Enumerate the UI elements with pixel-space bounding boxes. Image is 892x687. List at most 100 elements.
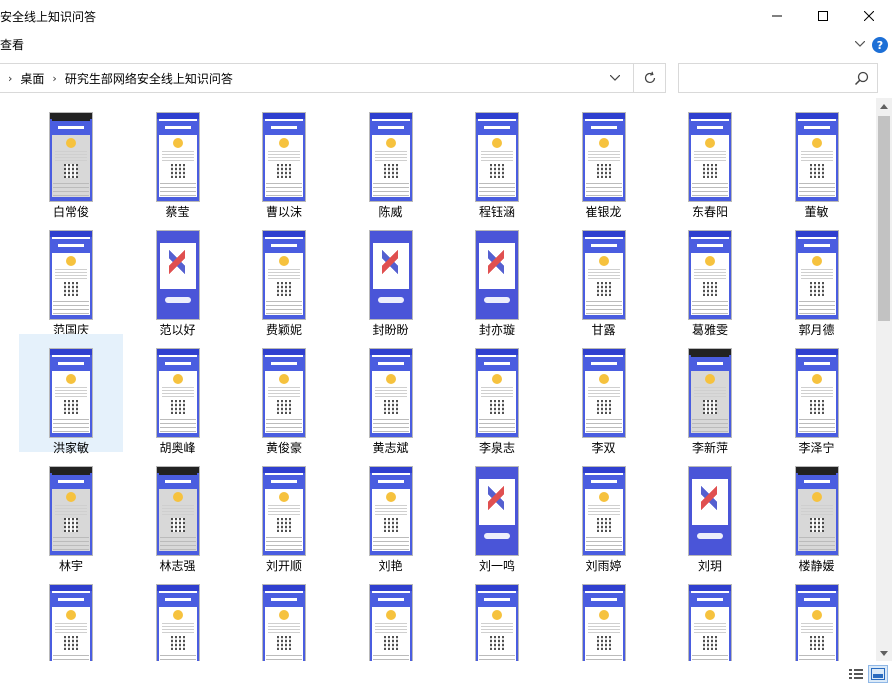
window-title: 安全线上知识问答 [0,10,97,24]
file-thumbnail [368,584,413,661]
file-thumbnail [49,230,93,320]
file-item[interactable]: 程钰涵 [445,98,549,219]
breadcrumb-item[interactable]: 研究生部网络安全线上知识问答 [65,70,233,87]
chevron-right-icon[interactable]: › [8,72,12,85]
scrollbar-thumb[interactable] [878,116,890,321]
search-icon[interactable] [853,70,871,88]
file-item[interactable]: 甘露 [552,216,656,337]
file-thumbnail [262,230,306,320]
file-thumbnail [688,230,732,320]
status-bar [0,661,892,687]
file-item[interactable]: 白常俊 [19,98,123,219]
chevron-down-icon [855,41,865,47]
file-thumbnail [794,584,839,661]
file-item[interactable]: 陈威 [339,98,443,219]
file-item[interactable] [232,570,336,661]
file-thumbnail [49,584,93,661]
file-item[interactable]: 黄俊豪 [232,334,336,455]
file-item[interactable]: 刘玥 [658,452,762,573]
breadcrumb: › 桌面 › 研究生部网络安全线上知识问答 [4,64,233,92]
address-bar[interactable]: › 桌面 › 研究生部网络安全线上知识问答 [0,63,666,93]
file-item[interactable]: 李新萍 [658,334,762,455]
file-item[interactable]: 董敏 [765,98,869,219]
maximize-button[interactable] [800,0,846,32]
file-item[interactable]: 林志强 [126,452,230,573]
file-item[interactable]: 费颖妮 [232,216,336,337]
file-thumbnail [475,584,519,661]
file-item[interactable] [339,570,443,661]
address-row: › 桌面 › 研究生部网络安全线上知识问答 [0,58,892,98]
file-thumbnail [368,230,413,320]
file-thumbnail [155,230,200,320]
caret-up-icon [880,103,888,109]
file-item[interactable]: 刘一鸣 [445,452,549,573]
file-thumbnail [155,584,200,661]
file-thumbnail [262,112,306,202]
search-box[interactable] [678,63,878,93]
file-item[interactable]: 胡奥峰 [126,334,230,455]
file-thumbnail [794,230,839,320]
file-item[interactable] [126,570,230,661]
file-item[interactable] [445,570,549,661]
chevron-down-icon [610,75,620,81]
file-thumbnail [475,112,519,202]
details-view-button[interactable] [846,665,866,683]
file-item[interactable]: 刘开顺 [232,452,336,573]
file-item[interactable]: 洪家敏 [19,334,123,455]
file-item[interactable]: 黄志斌 [339,334,443,455]
vertical-scrollbar[interactable] [876,98,892,661]
large-icons-view-button[interactable] [868,665,888,683]
file-thumbnail [794,348,839,438]
scroll-down-button[interactable] [876,645,892,661]
ribbon-expand-button[interactable] [852,36,868,52]
file-item[interactable]: 蔡莹 [126,98,230,219]
file-item[interactable]: 楼静媛 [765,452,869,573]
file-thumbnail [794,112,839,202]
caret-down-icon [880,650,888,656]
file-thumbnail [368,466,413,556]
file-thumbnail [581,466,626,556]
file-item[interactable]: 林宇 [19,452,123,573]
close-icon [864,11,874,21]
file-thumbnail [49,112,93,202]
minimize-button[interactable] [754,0,800,32]
close-button[interactable] [846,0,892,32]
file-item[interactable]: 刘艳 [339,452,443,573]
file-thumbnail [49,348,93,438]
file-grid: 白常俊 蔡莹 曹以沫 陈威 程钰涵 崔银龙 东春阳 董敏范国庆 范以好 费颖妮 封盼盼 封亦璇 甘露 葛雅… [0,98,876,661]
ribbon-tab-view[interactable]: 查看 [0,36,24,53]
minimize-icon [772,15,782,17]
file-item[interactable]: 封亦璇 [445,216,549,337]
refresh-icon [644,71,655,84]
help-button[interactable]: ? [872,37,888,53]
file-item[interactable]: 李双 [552,334,656,455]
file-item[interactable] [765,570,869,661]
scroll-up-button[interactable] [876,98,892,114]
refresh-button[interactable] [633,64,665,92]
file-item[interactable]: 刘雨婷 [552,452,656,573]
file-item[interactable]: 崔银龙 [552,98,656,219]
file-item[interactable]: 封盼盼 [339,216,443,337]
file-item[interactable]: 葛雅雯 [658,216,762,337]
file-thumbnail [475,230,519,320]
file-thumbnail [581,348,626,438]
file-item[interactable]: 东春阳 [658,98,762,219]
file-item[interactable]: 范以好 [126,216,230,337]
file-item[interactable] [658,570,762,661]
file-item[interactable]: 曹以沫 [232,98,336,219]
file-item[interactable]: 范国庆 [19,216,123,337]
search-input[interactable] [685,70,845,86]
file-item[interactable]: 李泽宁 [765,334,869,455]
address-dropdown-button[interactable] [601,64,629,92]
file-thumbnail [262,348,306,438]
file-item[interactable] [19,570,123,661]
large-icons-view-icon [871,668,885,680]
file-item[interactable]: 李泉志 [445,334,549,455]
chevron-right-icon[interactable]: › [52,72,56,85]
file-item[interactable]: 郭月德 [765,216,869,337]
breadcrumb-item[interactable]: 桌面 [20,70,44,87]
file-thumbnail [262,584,306,661]
file-item[interactable] [552,570,656,661]
file-thumbnail [688,112,732,202]
details-view-icon [849,669,863,679]
